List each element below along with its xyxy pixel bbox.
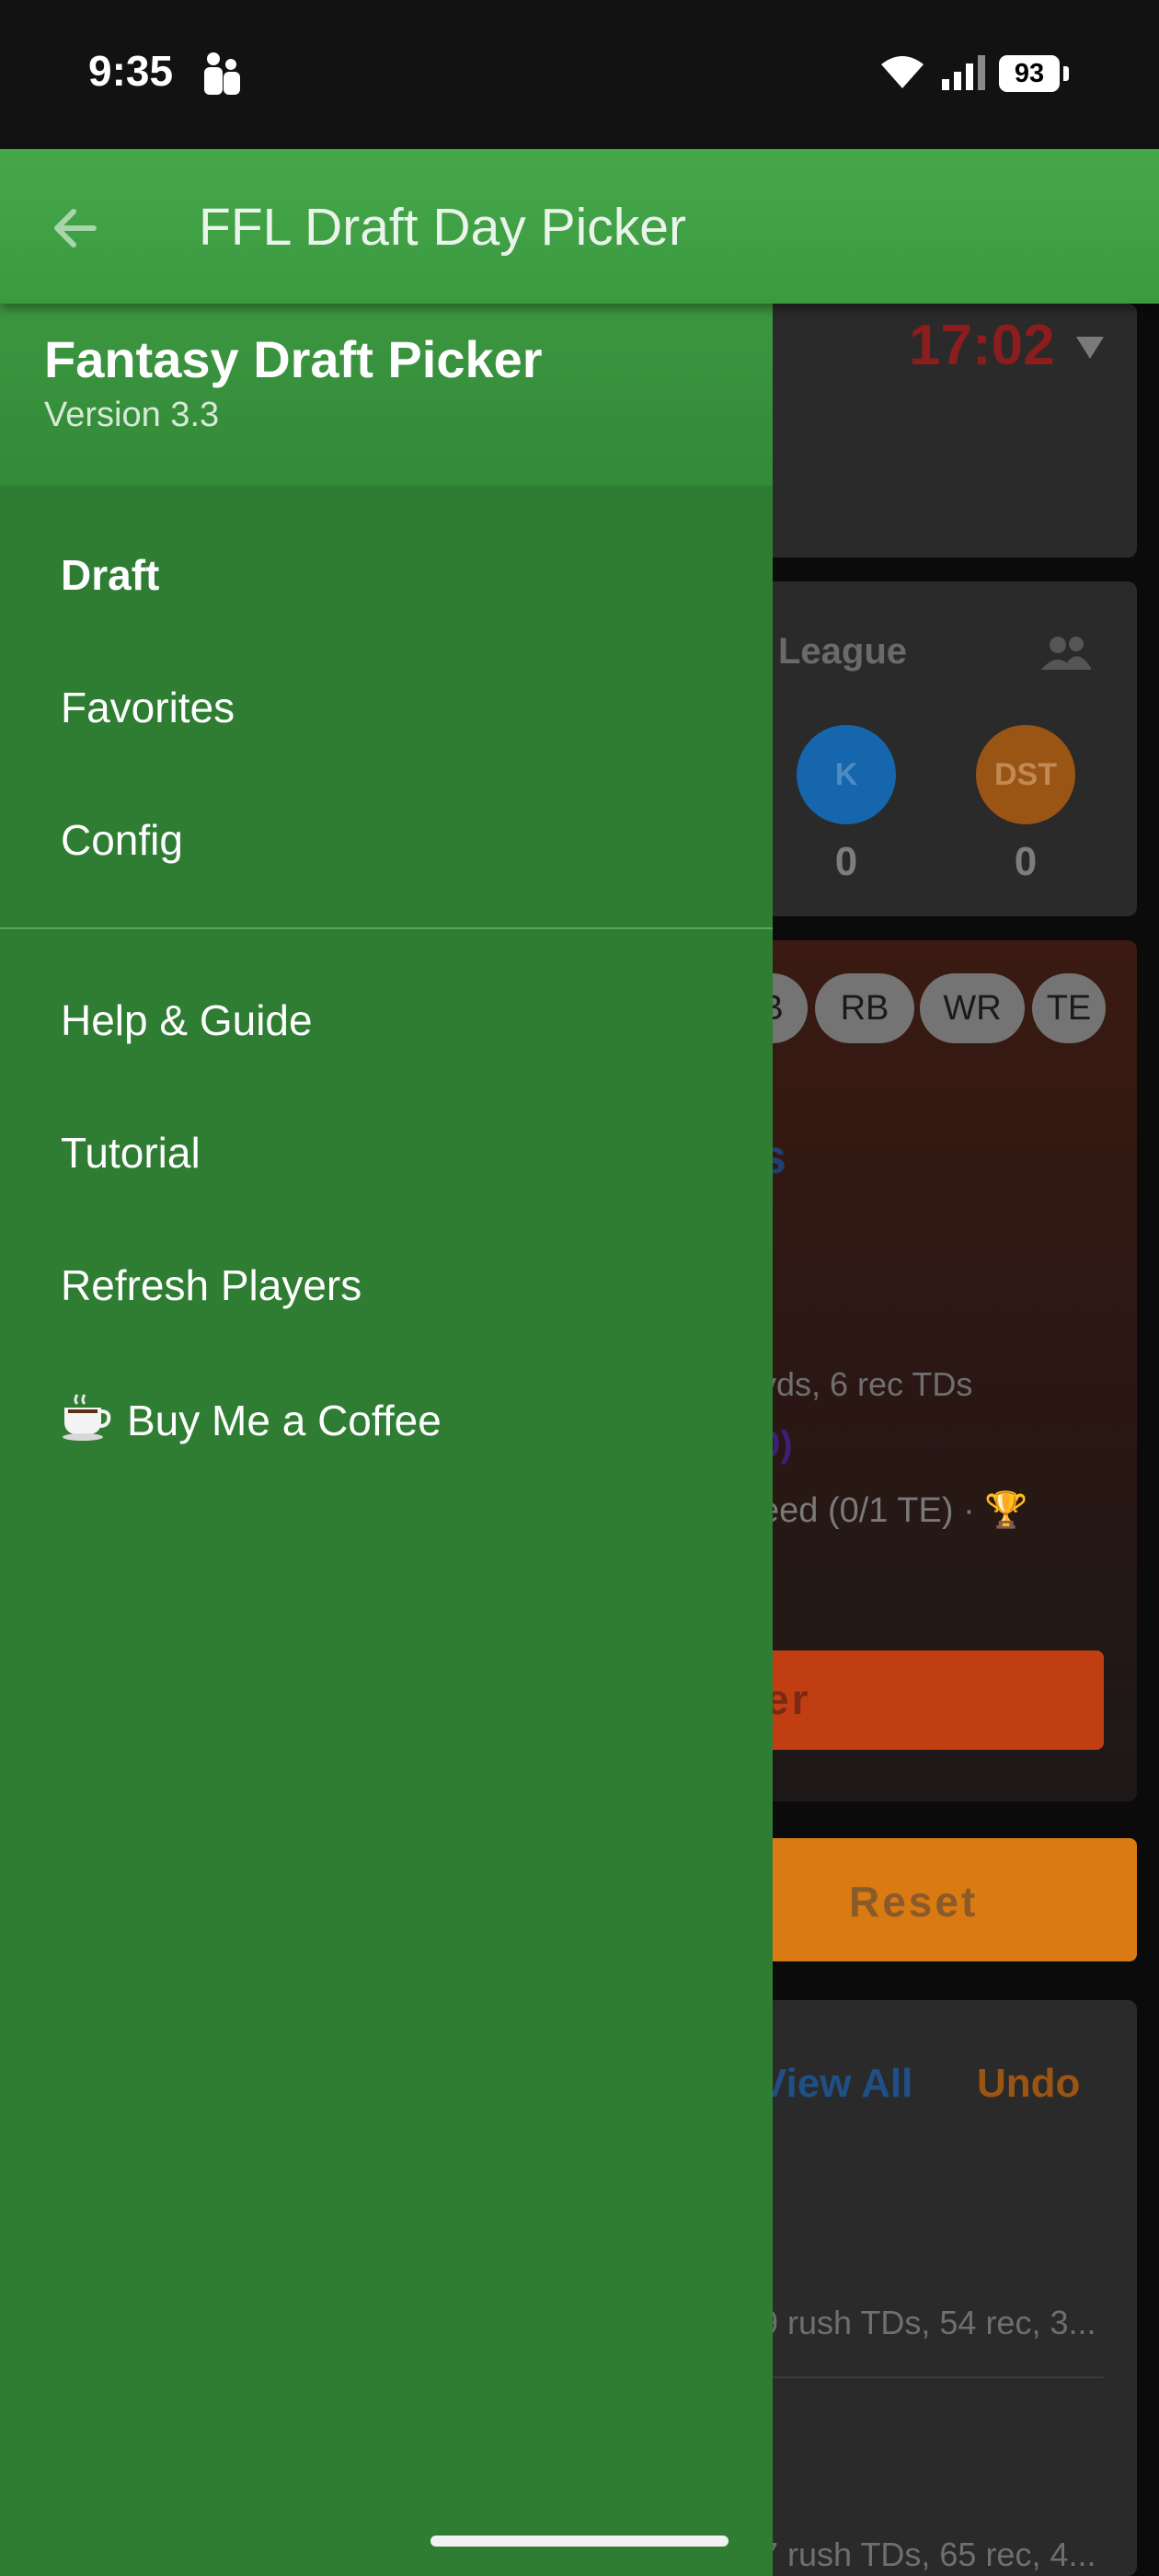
home-indicator[interactable] [430, 2536, 729, 2547]
position-chip[interactable]: RB [815, 973, 914, 1043]
menu-item-tutorial[interactable]: Tutorial [61, 1128, 201, 1178]
group-icon[interactable] [1039, 635, 1093, 672]
view-all-link[interactable]: View All [760, 2061, 912, 2107]
player-stats: yds, 6 rec TDs [760, 1365, 973, 1403]
pick-stats: 7 rush TDs, 65 rec, 4... [760, 2536, 1096, 2573]
pick-stats: 9 rush TDs, 54 rec, 3... [760, 2304, 1096, 2341]
menu-item-favorites[interactable]: Favorites [61, 683, 235, 732]
app-version: Version 3.3 [44, 396, 220, 434]
dropdown-caret-icon[interactable] [1074, 333, 1106, 361]
menu-item-draft[interactable]: Draft [61, 550, 159, 600]
position-dst-circle[interactable]: DST [976, 725, 1075, 824]
undo-link[interactable]: Undo [977, 2061, 1080, 2107]
coffee-icon [63, 1394, 111, 1441]
position-k-circle[interactable]: K [797, 725, 896, 824]
drawer-header: Fantasy Draft Picker Version 3.3 [0, 304, 773, 486]
menu-item-label: Buy Me a Coffee [127, 1397, 442, 1444]
battery-indicator: 93 [999, 55, 1069, 92]
signal-icon [942, 55, 985, 90]
battery-level: 93 [999, 55, 1060, 92]
back-arrow-icon[interactable] [46, 199, 105, 258]
position-chip[interactable]: WR [920, 973, 1025, 1043]
app-title: FFL Draft Day Picker [199, 198, 686, 257]
status-time: 9:35 [88, 47, 174, 95]
menu-item-help-guide[interactable]: Help & Guide [61, 995, 313, 1045]
draft-timer: 17:02 [909, 314, 1055, 377]
position-k-count: 0 [834, 839, 858, 884]
menu-item-config[interactable]: Config [61, 815, 183, 865]
drawer-title: Fantasy Draft Picker [44, 330, 543, 388]
team-need: eed (0/1 TE) · 🏆 [760, 1491, 1028, 1530]
wifi-icon [881, 56, 924, 88]
status-bar: 9:35 93 [0, 0, 1159, 149]
reset-button[interactable]: Reset [754, 1838, 1137, 1961]
family-link-icon [204, 52, 240, 95]
menu-divider [0, 927, 773, 929]
draft-player-button[interactable]: er [754, 1650, 1104, 1750]
menu-item-refresh-players[interactable]: Refresh Players [61, 1260, 361, 1310]
league-label: League [778, 631, 908, 672]
navigation-drawer: Fantasy Draft Picker Version 3.3 Draft F… [0, 304, 773, 2576]
position-chip[interactable]: TE [1032, 973, 1106, 1043]
menu-item-buy-me-a-coffee[interactable]: Buy Me a Coffee [61, 1393, 442, 1445]
app-bar: FFL Draft Day Picker [0, 149, 1159, 304]
position-dst-count: 0 [1014, 839, 1038, 884]
